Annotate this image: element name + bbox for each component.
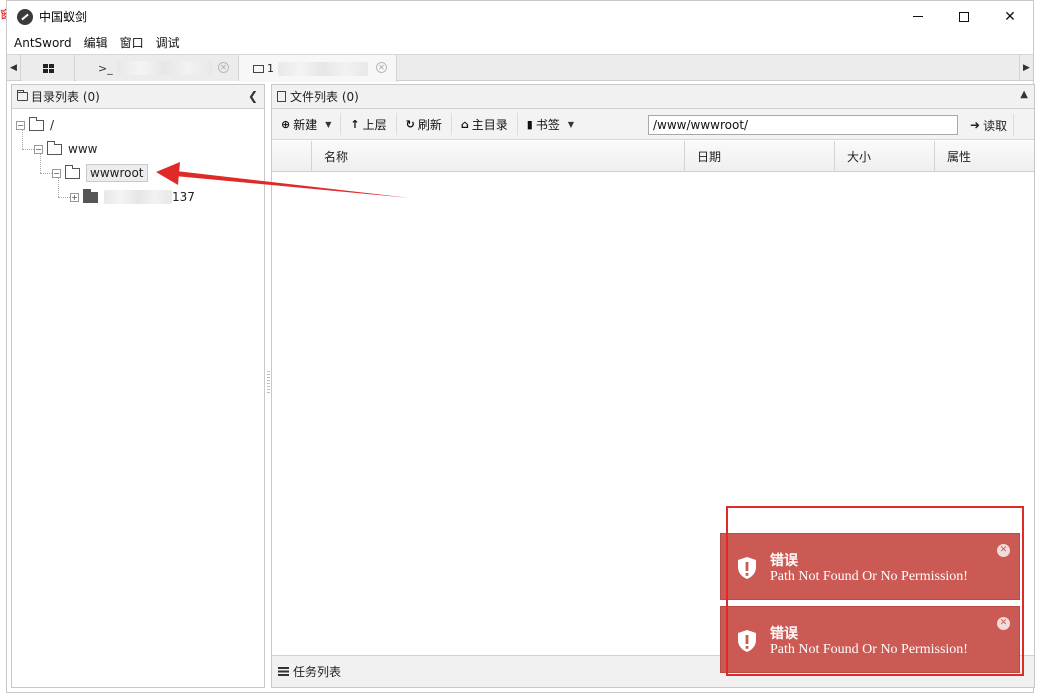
col-checkbox[interactable] — [272, 141, 312, 172]
redacted-tab-label — [278, 61, 368, 76]
folder-icon — [17, 90, 28, 101]
collapse-icon[interactable]: − — [16, 120, 25, 130]
tree-node-www[interactable]: − www — [34, 139, 97, 159]
read-button-label: 读取 — [983, 118, 1008, 133]
file-toolbar: ⊕ 新建 ▼ ↑ 上层 ↻ 刷新 ⌂ 主目录 ▮ 书签 ▼ /www/wwwro… — [272, 109, 1034, 140]
file-panel-header: 文件列表 (0) ▲ — [272, 85, 1034, 109]
tab-bar: ◀ >_ ✕ 1 ✕ ▶ — [7, 54, 1033, 82]
tab-terminal[interactable]: >_ ✕ — [76, 55, 239, 81]
panel-splitter[interactable] — [267, 371, 270, 395]
tab-filemanager[interactable]: 1 ✕ — [239, 55, 397, 82]
refresh-button-label: 刷新 — [417, 117, 442, 132]
directory-panel: 目录列表 (0) ❮ − / − www − wwwroot + 137 — [11, 84, 265, 688]
maximize-button[interactable] — [941, 1, 987, 32]
antsword-logo-icon — [17, 8, 33, 25]
directory-panel-header: 目录列表 (0) ❮ — [12, 85, 264, 109]
menu-debug[interactable]: 调试 — [156, 34, 180, 51]
folder-icon — [47, 140, 62, 155]
tree-node-label: / — [50, 118, 55, 132]
tree-node-site[interactable]: + 137 — [70, 187, 195, 207]
collapse-icon[interactable]: − — [52, 168, 61, 178]
path-input[interactable] — [648, 115, 958, 135]
caret-down-icon: ▼ — [325, 119, 332, 129]
bookmark-button-label: 书签 — [535, 117, 560, 132]
file-grid-header: 名称 日期 大小 属性 — [272, 141, 1034, 172]
arrow-up-icon: ↑ — [350, 117, 360, 131]
menu-bar: AntSword 编辑 窗口 调试 — [7, 32, 1033, 53]
collapse-icon[interactable]: − — [34, 144, 43, 154]
tab-home[interactable] — [22, 55, 75, 81]
tab-scroll-right-icon[interactable]: ▶ — [1019, 55, 1033, 81]
close-icon: ✕ — [1004, 8, 1016, 25]
tab-close-icon[interactable]: ✕ — [376, 62, 387, 73]
new-button[interactable]: ⊕ 新建 ▼ — [272, 113, 342, 135]
tree-node-label-selected: wwwroot — [86, 164, 148, 182]
grid-icon — [42, 63, 54, 73]
tree-node-label: www — [68, 142, 98, 156]
new-button-label: 新建 — [293, 117, 318, 132]
list-icon — [278, 667, 289, 676]
minimize-button[interactable] — [895, 1, 941, 32]
home-button[interactable]: ⌂ 主目录 — [452, 113, 518, 135]
maximize-icon — [959, 11, 969, 22]
home-icon: ⌂ — [460, 117, 469, 131]
expand-icon[interactable]: + — [70, 192, 79, 202]
caret-down-icon: ▼ — [567, 119, 574, 129]
tree-node-root[interactable]: − / — [16, 115, 54, 135]
redacted-folder-name — [104, 190, 172, 204]
refresh-icon: ↻ — [405, 117, 415, 131]
tab-label-prefix: 1 — [267, 62, 274, 75]
refresh-button[interactable]: ↻ 刷新 — [397, 113, 452, 135]
tree-node-label: 137 — [172, 190, 195, 204]
menu-antsword[interactable]: AntSword — [14, 36, 72, 50]
plus-circle-icon: ⊕ — [281, 117, 291, 131]
directory-panel-title: 目录列表 (0) — [31, 90, 100, 104]
redacted-tab-label — [116, 61, 212, 75]
minimize-icon — [913, 16, 923, 17]
col-date[interactable]: 日期 — [685, 141, 835, 172]
file-panel-title: 文件列表 (0) — [290, 90, 359, 104]
menu-edit[interactable]: 编辑 — [84, 34, 108, 51]
tab-scroll-left-icon[interactable]: ◀ — [7, 55, 21, 81]
window-controls: ✕ — [895, 1, 1033, 32]
folder-icon — [65, 164, 80, 179]
tab-close-icon[interactable]: ✕ — [218, 62, 229, 73]
bookmark-icon: ▮ — [526, 117, 533, 131]
folder-icon — [29, 116, 44, 131]
home-button-label: 主目录 — [471, 117, 508, 132]
annotation-highlight-box — [726, 506, 1024, 676]
col-size[interactable]: 大小 — [835, 141, 935, 172]
file-icon — [277, 91, 286, 102]
tree-node-wwwroot[interactable]: − wwwroot — [52, 163, 148, 183]
col-name[interactable]: 名称 — [312, 141, 685, 172]
menu-window[interactable]: 窗口 — [120, 34, 144, 51]
title-bar: 中国蚁剑 ✕ — [7, 1, 1033, 32]
read-button[interactable]: ➜ 读取 — [964, 114, 1015, 136]
collapse-up-icon[interactable]: ▲ — [1020, 89, 1028, 100]
bookmark-button[interactable]: ▮ 书签 ▼ — [518, 113, 583, 135]
arrow-right-icon: ➜ — [970, 118, 981, 132]
up-button[interactable]: ↑ 上层 — [341, 113, 397, 135]
window-title: 中国蚁剑 — [39, 10, 88, 24]
task-list-title: 任务列表 — [293, 665, 342, 679]
collapse-left-icon[interactable]: ❮ — [248, 89, 258, 103]
col-attributes[interactable]: 属性 — [935, 141, 1034, 172]
close-button[interactable]: ✕ — [987, 1, 1033, 32]
folder-icon — [253, 64, 264, 73]
terminal-icon: >_ — [98, 61, 113, 75]
up-button-label: 上层 — [362, 117, 387, 132]
folder-filled-icon — [83, 188, 98, 203]
